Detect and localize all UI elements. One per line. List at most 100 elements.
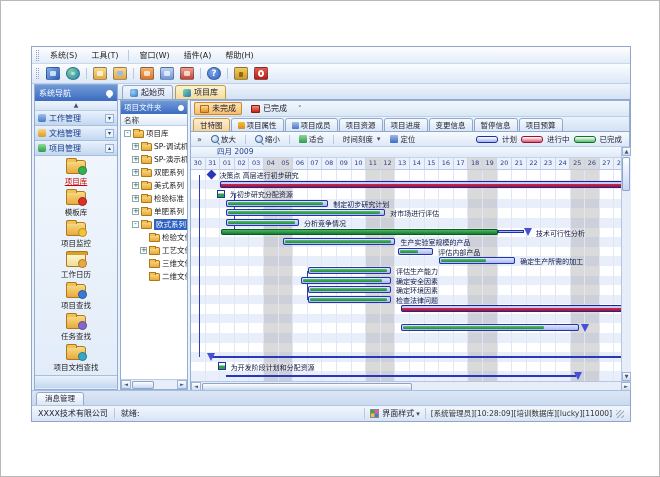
tree-item-9[interactable]: +工艺文件 [121, 244, 187, 257]
mail-icon[interactable] [140, 67, 154, 80]
gantt-toolbar-button-1[interactable]: 缩小 [251, 133, 284, 146]
chevron-down-icon[interactable]: ▾ [105, 129, 114, 138]
resize-grip[interactable] [616, 410, 624, 418]
chevron-up-icon[interactable]: ▴ [105, 144, 114, 153]
interface-style-button[interactable]: 界面样式 [382, 408, 414, 419]
lock-icon[interactable] [234, 67, 248, 80]
filter-button-0[interactable]: 未完成 [194, 102, 242, 115]
filter-button-1[interactable]: 已完成 [246, 102, 292, 115]
toolbar-overflow-icon[interactable]: » [194, 135, 205, 144]
scroll-down-icon[interactable]: ▼ [622, 372, 631, 381]
gantt-tab-7[interactable]: 项目预算 [519, 118, 563, 131]
folder-save-icon[interactable] [113, 67, 127, 80]
nav-collapse-button[interactable]: ▲ [35, 101, 117, 111]
tree-horizontal-scrollbar[interactable]: ◄ ► [121, 379, 187, 389]
scroll-right-icon[interactable]: ► [177, 380, 187, 389]
gantt-tab-1[interactable]: 项目属性 [231, 118, 284, 131]
milestone-box[interactable] [218, 362, 226, 370]
chevron-down-icon[interactable]: ▾ [416, 410, 420, 418]
task-bar[interactable] [308, 296, 391, 303]
gantt-chart-area[interactable]: 决策点 高层进行初步研究为初步研究分配资源制定初步研究计划对市场进行评估分析竞争… [191, 170, 621, 381]
gantt-toolbar-button-3[interactable]: 时间刻度▾ [339, 133, 385, 146]
chevron-down-icon[interactable]: ▾ [377, 135, 381, 143]
expand-icon[interactable]: + [132, 169, 139, 176]
doc-sync-icon[interactable] [180, 67, 194, 80]
summary-line[interactable] [226, 375, 576, 377]
task-bar[interactable] [226, 200, 328, 207]
task-bar[interactable] [308, 267, 391, 274]
task-bar-active[interactable] [401, 305, 621, 312]
toolbar-grip[interactable] [36, 68, 39, 79]
gantt-toolbar-button-4[interactable]: 定位 [386, 133, 419, 146]
sidebar-item-5[interactable]: 任务查找 [35, 313, 117, 344]
collapse-icon[interactable]: - [132, 221, 139, 228]
summary-line[interactable] [211, 356, 621, 358]
task-bar[interactable] [308, 286, 391, 293]
milestone-box[interactable] [217, 190, 225, 198]
task-bar-active[interactable] [220, 181, 621, 188]
tree-item-2[interactable]: +SP-演示机系 [121, 153, 187, 166]
scroll-up-icon[interactable]: ▲ [622, 147, 631, 156]
tree-item-11[interactable]: 二维文件 [121, 270, 187, 283]
tree-item-5[interactable]: +检验标准 [121, 192, 187, 205]
task-bar[interactable] [439, 257, 515, 264]
doc-settings-icon[interactable] [160, 67, 174, 80]
help-icon[interactable] [207, 67, 221, 80]
sidebar-item-0[interactable]: 项目库 [35, 158, 117, 189]
doc-tab-0[interactable]: 起始页 [122, 85, 173, 99]
folder-open-icon[interactable] [93, 67, 107, 80]
globe-icon[interactable] [66, 67, 80, 80]
pin-icon[interactable] [106, 90, 113, 97]
nav-section-0[interactable]: 工作管理▾ [35, 111, 117, 126]
expand-icon[interactable]: + [132, 208, 139, 215]
gantt-tab-5[interactable]: 变更信息 [429, 118, 473, 131]
task-bar[interactable] [283, 238, 395, 245]
task-bar[interactable] [226, 219, 299, 226]
menu-item-2[interactable]: 窗口(W) [132, 48, 176, 63]
tree-item-6[interactable]: +单肥系列 [121, 205, 187, 218]
tree-item-10[interactable]: 三维文件 [121, 257, 187, 270]
nav-section-1[interactable]: 文档管理▾ [35, 126, 117, 141]
scroll-thumb[interactable] [622, 157, 630, 191]
gantt-tab-4[interactable]: 项目进度 [384, 118, 428, 131]
task-bar[interactable] [301, 277, 392, 284]
pin-icon[interactable] [178, 105, 184, 111]
gantt-tab-6[interactable]: 暂停信息 [474, 118, 518, 131]
sidebar-item-2[interactable]: 项目监控 [35, 220, 117, 251]
gantt-toolbar-button-0[interactable]: 放大 [207, 133, 240, 146]
tree-column-header[interactable]: 名称 [121, 114, 187, 126]
monitor-icon[interactable] [46, 67, 60, 80]
power-icon[interactable] [254, 67, 268, 80]
gantt-vertical-scrollbar[interactable]: ▲ ▼ [621, 147, 631, 381]
task-bar[interactable] [226, 209, 385, 216]
expand-icon[interactable]: + [132, 182, 139, 189]
sidebar-item-4[interactable]: 项目查找 [35, 282, 117, 313]
milestone-diamond[interactable] [207, 170, 217, 179]
tree-item-0[interactable]: -项目库 [121, 127, 187, 140]
gantt-tab-3[interactable]: 项目资源 [339, 118, 383, 131]
menu-item-3[interactable]: 插件(A) [177, 48, 219, 63]
summary-bar[interactable] [221, 229, 498, 235]
menu-grip[interactable] [36, 50, 39, 61]
task-bar[interactable] [401, 324, 579, 331]
tree-item-8[interactable]: 检验文件 [121, 231, 187, 244]
scroll-left-icon[interactable]: ◄ [121, 380, 131, 389]
gantt-tab-0[interactable]: 甘特图 [193, 118, 230, 131]
scroll-thumb[interactable] [132, 381, 154, 389]
menu-item-0[interactable]: 系统(S) [43, 48, 84, 63]
task-bar[interactable] [398, 248, 433, 255]
sidebar-item-6[interactable]: 项目文档查找 [35, 344, 117, 375]
collapse-icon[interactable]: - [124, 130, 131, 137]
nav-section-2[interactable]: 项目管理▴ [35, 141, 117, 156]
chevron-down-icon[interactable]: ▾ [105, 114, 114, 123]
doc-tab-1[interactable]: 项目库 [175, 85, 226, 99]
nav-section-partial[interactable] [35, 375, 117, 388]
gantt-toolbar-button-2[interactable]: 适合 [295, 133, 328, 146]
expand-icon[interactable]: + [140, 247, 147, 254]
expand-icon[interactable]: + [132, 156, 139, 163]
sidebar-item-3[interactable]: 工作日历 [35, 251, 117, 282]
tab-message-management[interactable]: 消息管理 [36, 392, 84, 405]
chevron-down-icon[interactable]: ˅ [298, 105, 302, 113]
sidebar-item-1[interactable]: 模板库 [35, 189, 117, 220]
menu-item-4[interactable]: 帮助(H) [218, 48, 260, 63]
